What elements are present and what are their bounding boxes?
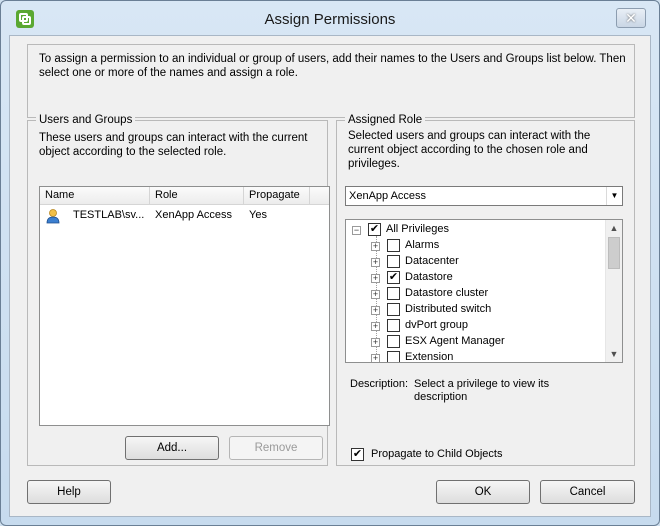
role-select[interactable]: XenApp Access ▼: [345, 186, 623, 206]
assign-permissions-dialog: Assign Permissions ✕ To assign a permiss…: [0, 0, 660, 526]
tree-item-datacenter[interactable]: + Datacenter: [346, 254, 606, 270]
tree-item-label: dvPort group: [405, 319, 468, 331]
tree-item-all-privileges[interactable]: − ✔ All Privileges: [346, 222, 606, 238]
expand-icon[interactable]: +: [371, 274, 380, 283]
propagate-checkbox[interactable]: ✔: [351, 448, 364, 461]
expand-icon[interactable]: +: [371, 322, 380, 331]
extension-checkbox[interactable]: [387, 351, 400, 362]
expand-icon[interactable]: +: [371, 306, 380, 315]
datastore-checkbox[interactable]: ✔: [387, 271, 400, 284]
tree-item-label: Datastore cluster: [405, 287, 489, 299]
expand-icon[interactable]: +: [371, 258, 380, 267]
scroll-up-icon[interactable]: ▲: [606, 220, 622, 236]
title-bar: Assign Permissions ✕: [1, 1, 659, 35]
tree-item-label: Datacenter: [405, 255, 459, 267]
users-groups-description: These users and groups can interact with…: [39, 132, 308, 158]
intro-text: To assign a permission to an individual …: [39, 53, 626, 79]
tree-item-esx-agent-manager[interactable]: + ESX Agent Manager: [346, 334, 606, 350]
expand-icon[interactable]: +: [371, 242, 380, 251]
intro-panel: To assign a permission to an individual …: [27, 44, 635, 118]
all-privileges-checkbox[interactable]: ✔: [368, 223, 381, 236]
datacenter-checkbox[interactable]: [387, 255, 400, 268]
expand-icon[interactable]: +: [371, 354, 380, 362]
users-list[interactable]: Name Role Propagate TESTLAB\sv... XenApp…: [39, 186, 330, 426]
user-name: TESTLAB\sv...: [73, 209, 145, 221]
close-button[interactable]: ✕: [616, 8, 646, 28]
dvport-group-checkbox[interactable]: [387, 319, 400, 332]
help-button[interactable]: Help: [27, 480, 111, 504]
esx-agent-manager-checkbox[interactable]: [387, 335, 400, 348]
tree-item-datastore-cluster[interactable]: + Datastore cluster: [346, 286, 606, 302]
table-row[interactable]: TESTLAB\sv... XenApp Access Yes: [40, 206, 329, 226]
users-groups-legend: Users and Groups: [36, 114, 136, 126]
cancel-button[interactable]: Cancel: [540, 480, 635, 504]
role-select-value: XenApp Access: [349, 190, 427, 202]
remove-button[interactable]: Remove: [229, 436, 323, 460]
expand-icon[interactable]: +: [371, 338, 380, 347]
description-value: Select a privilege to view its descripti…: [414, 378, 550, 403]
expand-icon[interactable]: +: [371, 290, 380, 299]
tree-scrollbar[interactable]: ▲ ▼: [605, 220, 622, 362]
assigned-role-description: Selected users and groups can interact w…: [348, 130, 591, 170]
scrollbar-thumb[interactable]: [608, 237, 620, 269]
column-name[interactable]: Name: [40, 187, 150, 205]
tree-item-extension[interactable]: + Extension: [346, 350, 606, 363]
add-button[interactable]: Add...: [125, 436, 219, 460]
users-list-header: Name Role Propagate: [40, 187, 329, 205]
column-propagate[interactable]: Propagate: [244, 187, 310, 205]
privileges-tree[interactable]: − ✔ All Privileges + Alarms + Datacenter…: [345, 219, 623, 363]
dialog-body: To assign a permission to an individual …: [9, 35, 651, 517]
tree-item-label: Extension: [405, 351, 454, 363]
window-title: Assign Permissions: [264, 11, 396, 28]
ok-button[interactable]: OK: [436, 480, 530, 504]
tree-item-dvport-group[interactable]: + dvPort group: [346, 318, 606, 334]
distributed-switch-checkbox[interactable]: [387, 303, 400, 316]
alarms-checkbox[interactable]: [387, 239, 400, 252]
chevron-down-icon[interactable]: ▼: [606, 187, 622, 205]
user-role: XenApp Access: [155, 209, 233, 221]
tree-item-label: ESX Agent Manager: [405, 335, 505, 347]
datastore-cluster-checkbox[interactable]: [387, 287, 400, 300]
user-propagate: Yes: [249, 209, 267, 221]
tree-item-alarms[interactable]: + Alarms: [346, 238, 606, 254]
tree-item-label: Alarms: [405, 239, 440, 251]
tree-item-datastore[interactable]: + ✔ Datastore: [346, 270, 606, 286]
tree-item-label: Distributed switch: [405, 303, 492, 315]
tree-item-distributed-switch[interactable]: + Distributed switch: [346, 302, 606, 318]
propagate-label: Propagate to Child Objects: [371, 448, 503, 460]
assigned-role-legend: Assigned Role: [345, 114, 426, 126]
collapse-icon[interactable]: −: [352, 226, 361, 235]
description-label: Description:: [350, 378, 409, 390]
user-icon: [46, 209, 60, 224]
tree-item-label: Datastore: [405, 271, 453, 283]
column-role[interactable]: Role: [150, 187, 244, 205]
tree-item-label: All Privileges: [386, 223, 449, 235]
scroll-down-icon[interactable]: ▼: [606, 346, 622, 362]
